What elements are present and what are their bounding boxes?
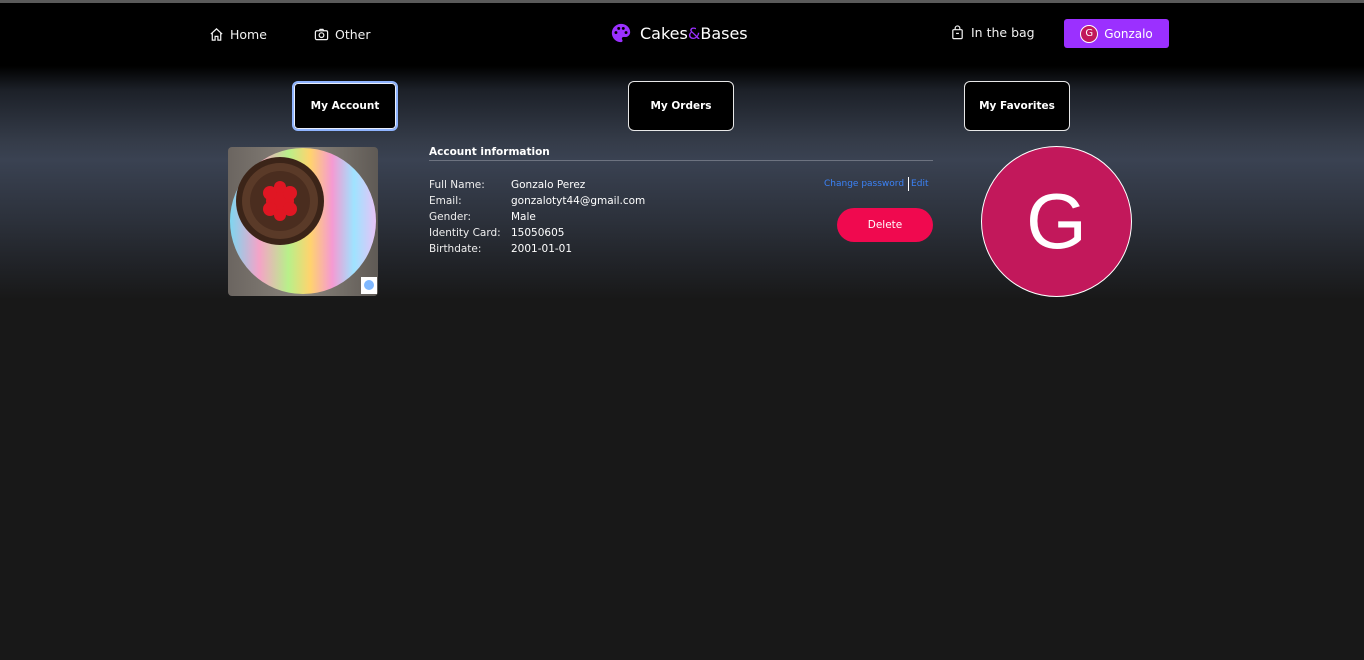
account-info-list: Full Name: Gonzalo Perez Email: gonzalot…	[429, 177, 645, 257]
info-label: Gender:	[429, 211, 472, 223]
window-top-border	[0, 0, 1364, 3]
info-value: gonzalotyt44@gmail.com	[511, 195, 646, 207]
profile-avatar: G	[981, 146, 1132, 297]
brand-name: Cakes&Bases	[640, 23, 748, 43]
camera-icon	[314, 28, 329, 40]
info-row-full-name: Full Name: Gonzalo Perez	[429, 177, 645, 193]
info-value: Male	[511, 211, 536, 223]
tab-my-orders[interactable]: My Orders	[628, 81, 734, 131]
info-value: 2001-01-01	[511, 243, 573, 255]
tab-my-account[interactable]: My Account	[292, 81, 398, 131]
profile-photo	[228, 147, 378, 296]
info-row-birthdate: Birthdate: 2001-01-01	[429, 241, 645, 257]
shopping-bag-icon	[952, 24, 963, 39]
info-label: Full Name:	[429, 179, 485, 191]
link-divider	[908, 177, 910, 191]
brand-logo[interactable]: Cakes&Bases	[610, 22, 748, 44]
info-row-email: Email: gonzalotyt44@gmail.com	[429, 193, 645, 209]
info-row-identity-card: Identity Card: 15050605	[429, 225, 645, 241]
user-name-label: Gonzalo	[1104, 26, 1153, 41]
nav-home-label: Home	[230, 26, 267, 42]
tab-my-favorites[interactable]: My Favorites	[964, 81, 1070, 131]
nav-bag-link[interactable]: In the bag	[950, 22, 1035, 42]
info-value: Gonzalo Perez	[511, 179, 586, 191]
home-icon	[210, 27, 223, 41]
info-label: Birthdate:	[429, 243, 482, 255]
info-value: 15050605	[511, 227, 565, 239]
account-info-heading: Account information	[429, 146, 933, 161]
info-row-gender: Gender: Male	[429, 209, 645, 225]
delete-account-button[interactable]: Delete	[837, 208, 933, 242]
user-menu-button[interactable]: G Gonzalo	[1064, 19, 1169, 48]
nav-home-link[interactable]: Home	[209, 24, 267, 44]
palette-icon	[611, 23, 631, 43]
info-label: Email:	[429, 195, 462, 207]
user-mini-avatar: G	[1080, 24, 1099, 43]
nav-other-link[interactable]: Other	[314, 24, 371, 44]
info-label: Identity Card:	[429, 227, 501, 239]
nav-other-label: Other	[335, 26, 371, 42]
nav-bag-label: In the bag	[971, 24, 1035, 40]
edit-link[interactable]: Edit	[911, 179, 928, 189]
account-actions-links: Change password Edit	[824, 177, 928, 191]
change-password-link[interactable]: Change password	[824, 179, 904, 189]
